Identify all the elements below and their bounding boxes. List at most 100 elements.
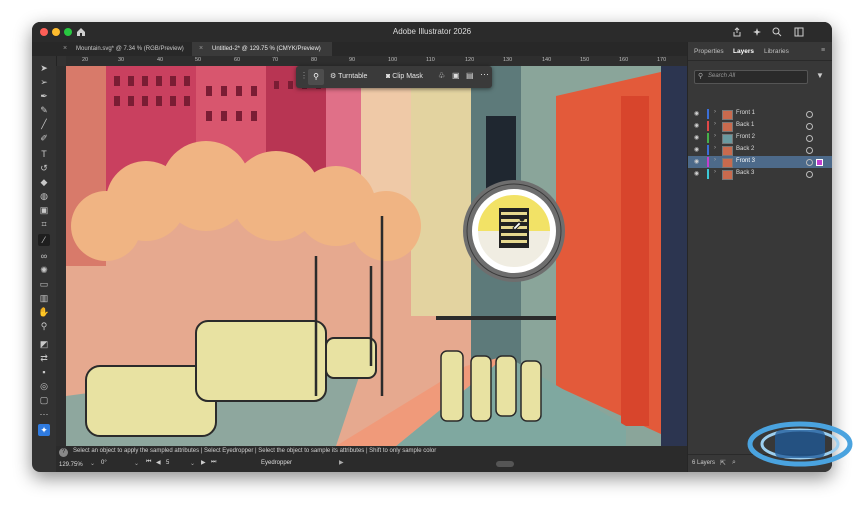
- workspace-icon[interactable]: [794, 27, 804, 37]
- expand-icon[interactable]: ›: [714, 109, 716, 115]
- visibility-icon[interactable]: ◉: [694, 158, 699, 165]
- layers-search-field[interactable]: ⚲ Search All: [694, 70, 808, 84]
- layer-row[interactable]: ◉ › Back 2: [688, 144, 832, 156]
- generative-ai-icon[interactable]: ✦: [38, 424, 50, 436]
- artboard-dropdown-icon[interactable]: ⌄: [190, 460, 195, 467]
- layer-row[interactable]: ◉ › Back 1: [688, 120, 832, 132]
- drag-handle-icon[interactable]: ⋮: [300, 71, 308, 80]
- artboard-canvas[interactable]: [66, 66, 687, 446]
- locate-icon[interactable]: ⌕: [732, 459, 736, 467]
- close-tab-icon[interactable]: ×: [199, 42, 203, 56]
- recolor-icon[interactable]: ♧: [438, 71, 445, 80]
- target-icon[interactable]: [806, 171, 813, 178]
- layer-color-bar: [707, 121, 709, 131]
- pathfinder-icon[interactable]: ▣: [452, 71, 460, 80]
- tab-mountain[interactable]: × Mountain.svg* @ 7.34 % (RGB/Preview): [56, 42, 191, 56]
- panel-menu-icon[interactable]: ≡: [821, 47, 825, 54]
- mesh-tool[interactable]: ⌗: [38, 218, 50, 230]
- cursor-icon[interactable]: ⚲: [308, 69, 324, 85]
- eyedropper-tool[interactable]: ⁄: [38, 234, 50, 246]
- expand-icon[interactable]: ›: [714, 157, 716, 163]
- layer-row[interactable]: ◉ › Front 2: [688, 132, 832, 144]
- help-text: Select an object to apply the sampled at…: [73, 448, 437, 454]
- target-icon[interactable]: [806, 147, 813, 154]
- visibility-icon[interactable]: ◉: [694, 122, 699, 129]
- prev-artboard-icon[interactable]: ◀: [156, 459, 161, 466]
- tool-menu-icon[interactable]: ▶: [339, 459, 344, 466]
- more-tools-icon[interactable]: ⋯: [38, 408, 50, 420]
- search-icon: ⚲: [698, 73, 704, 80]
- selection-tool[interactable]: ➤: [38, 62, 50, 74]
- artboard-number-field[interactable]: 5: [166, 460, 169, 466]
- app-window: Adobe Illustrator 2026 × Mountain.svg* @…: [32, 22, 832, 472]
- target-icon[interactable]: [806, 159, 813, 166]
- horizontal-scrollbar[interactable]: [496, 461, 514, 467]
- type-tool[interactable]: T: [38, 148, 50, 160]
- current-tool-label: Eyedropper: [261, 460, 293, 466]
- screen-mode-icon[interactable]: ▢: [38, 394, 50, 406]
- zoom-tool[interactable]: ⚲: [38, 320, 50, 332]
- layer-thumbnail: [722, 134, 733, 144]
- expand-icon[interactable]: ›: [714, 133, 716, 139]
- close-tab-icon[interactable]: ×: [63, 42, 67, 56]
- blend-tool[interactable]: ∞: [38, 250, 50, 262]
- arrange-icon[interactable]: ▤: [466, 71, 474, 80]
- fill-stroke-swatch[interactable]: ◩: [38, 338, 50, 350]
- search-icon[interactable]: [772, 27, 782, 37]
- rotation-field[interactable]: 0°: [101, 460, 107, 466]
- visibility-icon[interactable]: ◉: [694, 134, 699, 141]
- site-logo: [747, 421, 853, 467]
- eyedropper-loupe: [463, 180, 565, 282]
- expand-icon[interactable]: ›: [714, 121, 716, 127]
- line-tool[interactable]: ╱: [38, 118, 50, 130]
- direct-selection-tool[interactable]: ➢: [38, 76, 50, 88]
- zoom-dropdown-icon[interactable]: ⌄: [90, 460, 95, 467]
- tab-libraries[interactable]: Libraries: [764, 48, 789, 55]
- graph-tool[interactable]: ▥: [38, 292, 50, 304]
- expand-icon[interactable]: ›: [714, 145, 716, 151]
- layer-row-selected[interactable]: ◉ › Front 3: [688, 156, 832, 168]
- layer-color-bar: [707, 157, 709, 167]
- hand-tool[interactable]: ✋: [38, 306, 50, 318]
- pen-tool[interactable]: ✒: [38, 90, 50, 102]
- rotate-tool[interactable]: ↺: [38, 162, 50, 174]
- target-icon[interactable]: [806, 135, 813, 142]
- brush-tool[interactable]: ✐: [38, 132, 50, 144]
- visibility-icon[interactable]: ◉: [694, 146, 699, 153]
- layer-count: 6 Layers: [692, 460, 716, 466]
- swap-colors-icon[interactable]: ⇄: [38, 352, 50, 364]
- discover-icon[interactable]: [752, 27, 762, 37]
- curvature-tool[interactable]: ✎: [38, 104, 50, 116]
- export-icon[interactable]: ⇱: [720, 459, 726, 467]
- last-artboard-icon[interactable]: ⏭: [211, 459, 216, 466]
- tab-properties[interactable]: Properties: [694, 48, 724, 55]
- layer-row[interactable]: ◉ › Back 3: [688, 168, 832, 180]
- draw-mode-icon[interactable]: ◎: [38, 380, 50, 392]
- visibility-icon[interactable]: ◉: [694, 110, 699, 117]
- target-icon[interactable]: [806, 111, 813, 118]
- shape-builder-tool[interactable]: ◍: [38, 190, 50, 202]
- clip-mask-button[interactable]: ◙ Clip Mask: [386, 70, 423, 84]
- eraser-tool[interactable]: ◆: [38, 176, 50, 188]
- color-mode-icon[interactable]: ▪: [38, 366, 50, 378]
- filter-icon[interactable]: ▼: [816, 71, 824, 80]
- artboard-tool[interactable]: ▭: [38, 278, 50, 290]
- help-icon[interactable]: ?: [59, 448, 68, 457]
- search-placeholder: Search All: [708, 73, 736, 79]
- tools-panel: ➤ ➢ ✒ ✎ ╱ ✐ T ↺ ◆ ◍ ▣ ⌗ ⁄ ∞ ✺ ▭ ▥ ✋ ⚲ ◩ …: [32, 56, 57, 446]
- symbol-sprayer-tool[interactable]: ✺: [38, 264, 50, 276]
- expand-icon[interactable]: ›: [714, 169, 716, 175]
- first-artboard-icon[interactable]: ⏮: [146, 459, 151, 466]
- tab-untitled-2[interactable]: × Untitled-2* @ 129.75 % (CMYK/Preview): [192, 42, 332, 56]
- tab-layers[interactable]: Layers: [733, 48, 754, 55]
- share-icon[interactable]: [732, 27, 742, 37]
- layer-row[interactable]: ◉ › Front 1: [688, 108, 832, 120]
- next-artboard-icon[interactable]: ▶: [201, 459, 206, 466]
- target-icon[interactable]: [806, 123, 813, 130]
- gradient-tool[interactable]: ▣: [38, 204, 50, 216]
- rotation-dropdown-icon[interactable]: ⌄: [134, 460, 139, 467]
- turntable-button[interactable]: ⚙ Turntable: [330, 70, 367, 84]
- more-options-icon[interactable]: ⋯: [480, 69, 489, 80]
- eyedropper-cursor-icon: [512, 216, 525, 230]
- visibility-icon[interactable]: ◉: [694, 170, 699, 177]
